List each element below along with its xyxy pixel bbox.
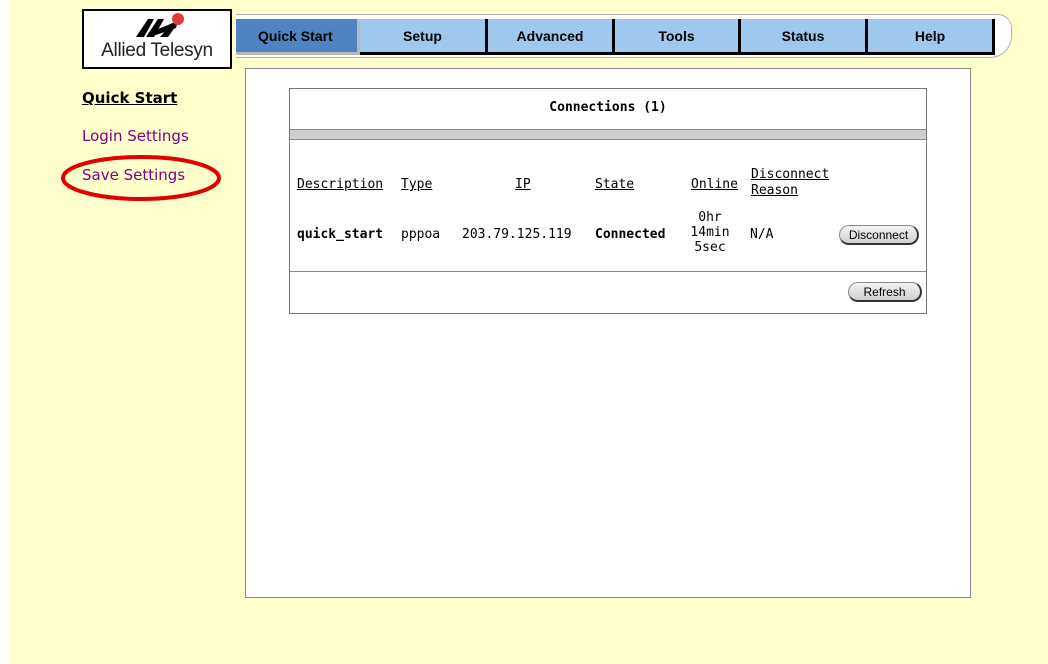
connections-table: Connections (1) Description Type IP Stat… [289, 88, 927, 314]
refresh-button[interactable]: Refresh [848, 282, 922, 302]
online-seconds: 5sec [694, 240, 726, 255]
logo-text: Allied Telesyn [101, 40, 213, 61]
tab-label: Tools [658, 27, 695, 44]
tab-status[interactable]: Status [741, 19, 868, 55]
tab-advanced[interactable]: Advanced [488, 19, 615, 55]
column-header-ip: IP [515, 177, 531, 192]
disconnect-button[interactable]: Disconnect [839, 225, 919, 245]
sidebar-item-login-settings[interactable]: Login Settings [82, 127, 189, 145]
column-header-description: Description [297, 177, 384, 192]
allied-telesyn-logo: Allied Telesyn [82, 9, 232, 69]
allied-telesyn-logo-icon [136, 13, 184, 37]
sidebar-item-quick-start[interactable]: Quick Start [82, 89, 177, 107]
tab-label: Advanced [516, 27, 584, 44]
highlight-ellipse [61, 155, 221, 201]
table-footer-separator [290, 271, 926, 272]
online-hours: 0hr [698, 210, 722, 225]
column-header-state: State [595, 177, 635, 192]
tab-label: Quick Start [258, 27, 333, 44]
cell-online: 0hr 14min 5sec [690, 210, 730, 255]
cell-type: pppoa [401, 227, 441, 242]
cell-disconnect-reason: N/A [750, 227, 774, 242]
connections-title: Connections (1) [549, 100, 667, 115]
connections-header-bar [290, 129, 926, 140]
column-header-online: Online [691, 177, 738, 192]
tab-tools[interactable]: Tools [615, 19, 741, 55]
tab-label: Status [781, 27, 825, 44]
tab-label: Setup [403, 27, 442, 44]
tab-quick-start[interactable]: Quick Start [236, 19, 360, 55]
column-header-type: Type [401, 177, 433, 192]
tab-setup[interactable]: Setup [360, 19, 488, 55]
tab-label: Help [914, 27, 946, 44]
cell-description: quick_start [297, 227, 384, 242]
cell-state: Connected [595, 227, 666, 242]
column-header-disconnect-reason: Disconnect Reason [751, 167, 830, 198]
online-minutes: 14min [690, 225, 730, 240]
cell-ip: 203.79.125.119 [462, 227, 572, 242]
tab-help[interactable]: Help [868, 19, 995, 55]
